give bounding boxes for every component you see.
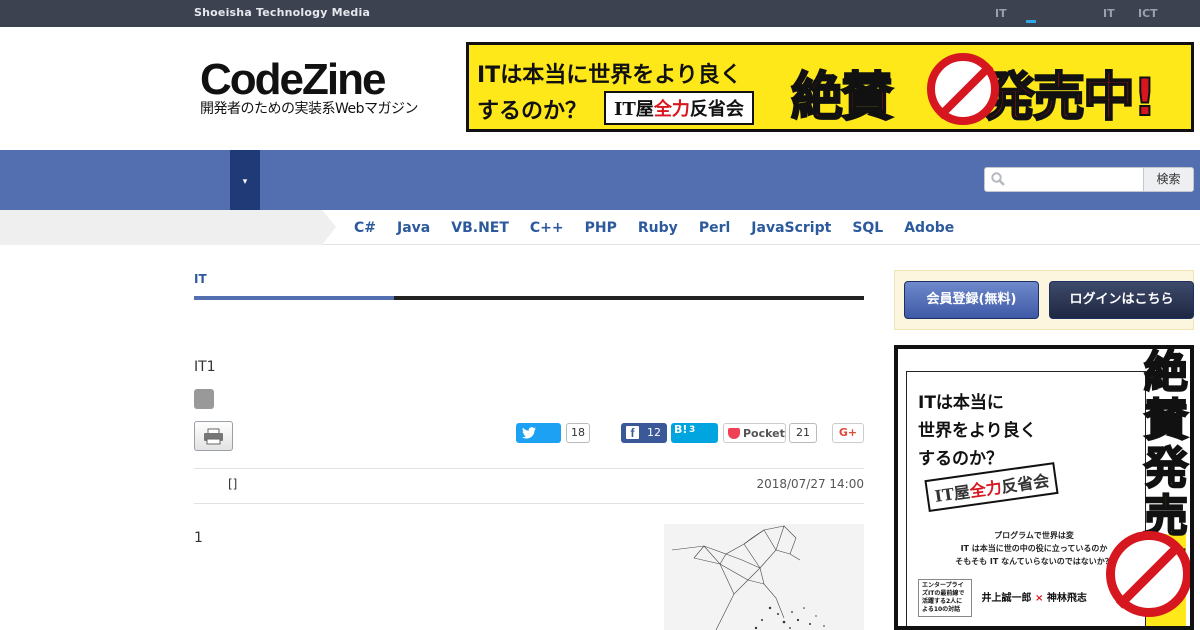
article-figure-bird bbox=[664, 524, 864, 630]
sidebar-ad-banner[interactable]: ITは本当に 世界をより良く するのか？ IT屋全力反省会 プログラムで世界は変… bbox=[894, 345, 1194, 630]
category-label[interactable]: IT bbox=[194, 272, 207, 286]
polygon-bird-illustration bbox=[671, 525, 825, 630]
twitter-icon bbox=[522, 427, 536, 439]
ad-badge-b: 全力 bbox=[968, 477, 1003, 501]
lang-link-adobe[interactable]: Adobe bbox=[904, 220, 954, 236]
article-title: IT1 bbox=[194, 359, 216, 375]
header-ad-banner[interactable]: ITは本当に世界をより良く するのか？ IT屋全力反省会 絶賛 発売中! bbox=[466, 42, 1194, 132]
ad-author-1: 井上誠一郎 bbox=[981, 593, 1032, 604]
article-body-start: 1 bbox=[194, 530, 203, 546]
ad-blurb-1: プログラムで世界は変 bbox=[994, 531, 1074, 540]
facebook-share-button[interactable]: f 12 bbox=[621, 423, 667, 443]
network-brand[interactable]: Shoeisha Technology Media bbox=[194, 6, 370, 19]
lang-link-cpp[interactable]: C++ bbox=[530, 220, 564, 236]
search-icon bbox=[991, 172, 1005, 186]
prohibition-icon bbox=[927, 53, 999, 125]
meta-divider-top bbox=[194, 468, 864, 469]
article-date: 2018/07/27 14:00 bbox=[756, 477, 864, 491]
google-plus-button[interactable]: G+ bbox=[832, 423, 864, 443]
ad-small-box: エンタープライズITの最前線で活躍する2人による10の対話 bbox=[918, 579, 972, 617]
print-button[interactable] bbox=[194, 421, 233, 451]
lang-link-csharp[interactable]: C# bbox=[354, 220, 376, 236]
banner-badge: IT屋全力反省会 bbox=[604, 91, 754, 125]
ad-vertical-3: 発 bbox=[1143, 443, 1189, 494]
hatena-count: 3 bbox=[689, 425, 696, 435]
hatena-icon: B! bbox=[674, 423, 688, 436]
ad-authors: エンタープライズITの最前線で活躍する2人による10の対話 井上誠一郎 × 神林… bbox=[918, 579, 1087, 617]
banner-line-1: ITは本当に世界をより良く bbox=[477, 63, 742, 88]
chevron-down-icon: ▾ bbox=[242, 177, 248, 187]
pocket-icon bbox=[728, 428, 740, 439]
lang-link-ruby[interactable]: Ruby bbox=[638, 220, 678, 236]
article-author[interactable]: [] bbox=[228, 477, 237, 491]
lang-link-sql[interactable]: SQL bbox=[852, 220, 883, 236]
ad-headline: ITは本当に 世界をより良く するのか？ bbox=[918, 389, 1037, 473]
top-bar: Shoeisha Technology Media IT IT ICT bbox=[0, 0, 1200, 27]
ad-cross: × bbox=[1034, 593, 1044, 604]
ad-author-2: 神林飛志 bbox=[1046, 593, 1087, 604]
topbar-link-it-2[interactable]: IT bbox=[1103, 7, 1115, 20]
banner-badge-a: IT屋 bbox=[614, 99, 654, 120]
lang-link-vbnet[interactable]: VB.NET bbox=[451, 220, 509, 236]
search-input[interactable] bbox=[1009, 170, 1127, 190]
ad-blurb-2: IT は本当に世の中の役に立っているのか bbox=[960, 544, 1108, 553]
banner-badge-c: 反省会 bbox=[689, 99, 744, 120]
ad-badge-a: IT屋 bbox=[933, 482, 972, 506]
pocket-button[interactable]: Pocket bbox=[723, 423, 786, 443]
site-logo[interactable]: CodeZine 開発者のための実装系Webマガジン bbox=[200, 55, 419, 118]
ad-prohibition-icon bbox=[1106, 531, 1190, 617]
lang-link-javascript[interactable]: JavaScript bbox=[751, 220, 831, 236]
banner-headline-a: 絶賛 bbox=[790, 67, 894, 129]
language-nav: C# Java VB.NET C++ PHP Ruby Perl JavaScr… bbox=[0, 210, 1200, 245]
lang-link-php[interactable]: PHP bbox=[585, 220, 617, 236]
author-avatar bbox=[194, 389, 214, 409]
facebook-icon: f bbox=[626, 426, 639, 440]
ad-blurb-3: そもそも IT なんていらないのではないか？ bbox=[955, 557, 1113, 566]
ad-badge-c: 反省会 bbox=[1000, 471, 1051, 497]
lang-link-java[interactable]: Java bbox=[397, 220, 430, 236]
language-list: C# Java VB.NET C++ PHP Ruby Perl JavaScr… bbox=[354, 220, 954, 236]
banner-line-2: するのか？ bbox=[477, 99, 588, 124]
logo-name: CodeZine bbox=[200, 55, 386, 104]
nav-dropdown-toggle[interactable]: ▾ bbox=[230, 150, 260, 210]
banner-headline-b: 発売中! bbox=[982, 67, 1158, 129]
twitter-count: 18 bbox=[566, 423, 590, 443]
hatena-bookmark-button[interactable]: B! 3 bbox=[671, 423, 718, 443]
printer-icon bbox=[204, 428, 223, 445]
topbar-link-ict[interactable]: ICT bbox=[1138, 7, 1158, 20]
pocket-count: 21 bbox=[789, 423, 817, 443]
login-button[interactable]: ログインはこちら bbox=[1049, 281, 1194, 319]
topbar-active-indicator bbox=[1026, 20, 1036, 23]
member-box: 会員登録(無料) ログインはこちら bbox=[894, 270, 1194, 330]
facebook-count: 12 bbox=[647, 426, 661, 439]
ad-vertical-1: 絶 bbox=[1143, 347, 1189, 398]
category-bar bbox=[194, 296, 864, 300]
logo-tagline: 開発者のための実装系Webマガジン bbox=[200, 101, 419, 117]
search-button[interactable]: 検索 bbox=[1143, 168, 1193, 191]
ad-vertical-2: 賛 bbox=[1143, 395, 1189, 446]
topbar-link-it[interactable]: IT bbox=[995, 7, 1007, 20]
ad-blurb: プログラムで世界は変 IT は本当に世の中の役に立っているのか そもそも IT … bbox=[934, 529, 1134, 568]
category-bar-highlight bbox=[194, 296, 394, 300]
ad-line-2: 世界をより良く bbox=[918, 421, 1037, 441]
search-box: 検索 bbox=[984, 167, 1194, 192]
register-button[interactable]: 会員登録(無料) bbox=[904, 281, 1039, 319]
banner-badge-b: 全力 bbox=[653, 99, 690, 120]
pocket-label: Pocket bbox=[743, 427, 785, 440]
meta-divider-bottom bbox=[194, 503, 864, 504]
twitter-share-button[interactable] bbox=[516, 423, 561, 443]
lang-link-perl[interactable]: Perl bbox=[699, 220, 730, 236]
language-nav-lead bbox=[0, 210, 336, 245]
ad-line-1: ITは本当に bbox=[918, 393, 1004, 413]
